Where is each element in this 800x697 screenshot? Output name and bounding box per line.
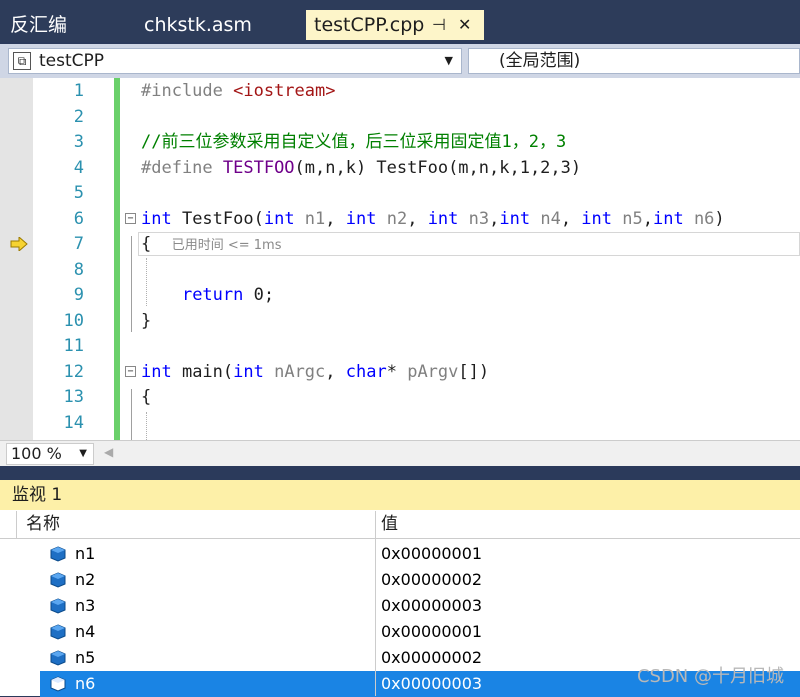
scope-line: [131, 389, 132, 440]
watch-name: n4: [75, 622, 96, 641]
line-number: 4: [73, 157, 84, 178]
scope-label: (全局范围): [499, 51, 581, 71]
code-line-4: #define TESTFOO(m,n,k) TestFoo(m,n,k,1,2…: [141, 157, 582, 178]
close-icon[interactable]: ✕: [458, 10, 471, 40]
variable-icon: [50, 598, 66, 618]
pin-icon[interactable]: ⊣: [432, 10, 446, 40]
zoom-label: 100 %: [11, 444, 62, 463]
line-number: 14: [63, 412, 84, 433]
column-header-name[interactable]: 名称: [26, 511, 60, 538]
scroll-left-icon[interactable]: ◀: [104, 445, 113, 459]
perf-tip: 已用时间 <= 1ms: [171, 238, 282, 253]
watch-panel: 监视 1 名称 值 n1 0x00000001 n2 0x00000002 n3…: [0, 480, 800, 697]
watch-value: 0x00000001: [381, 622, 483, 641]
watch-row[interactable]: n1 0x00000001: [0, 541, 800, 567]
tab-label: testCPP.cpp: [314, 14, 425, 36]
document-tab-bar: 反汇编 chkstk.asm testCPP.cpp ⊣ ✕: [0, 0, 800, 42]
line-number: 10: [63, 310, 84, 331]
line-number: 2: [73, 106, 84, 127]
watch-name: n5: [75, 648, 96, 667]
watch-name: n1: [75, 544, 96, 563]
code-line-6: int TestFoo(int n1, int n2, int n3,int n…: [141, 208, 725, 229]
variable-icon: [50, 676, 66, 696]
line-number: 6: [73, 208, 84, 229]
variable-icon: [50, 624, 66, 644]
variable-icon: [50, 650, 66, 670]
line-number: 9: [73, 285, 84, 305]
line-number: 13: [63, 387, 84, 407]
code-line-10: }: [141, 310, 152, 331]
code-line-9: return 0;: [181, 285, 275, 305]
scope-line: [131, 236, 132, 332]
line-number: 1: [73, 81, 84, 101]
watch-value: 0x00000003: [381, 674, 483, 693]
tab-chkstk-asm[interactable]: chkstk.asm: [144, 10, 294, 40]
tab-label: chkstk.asm: [144, 14, 252, 36]
line-number: 3: [73, 132, 84, 152]
watch-value: 0x00000002: [381, 648, 483, 667]
watch-value: 0x00000002: [381, 570, 483, 589]
watch-header-row: 名称 值: [0, 511, 800, 539]
tab-testcpp-cpp[interactable]: testCPP.cpp ⊣ ✕: [306, 10, 484, 40]
line-number: 8: [73, 259, 84, 280]
line-number: 12: [63, 361, 84, 382]
collapse-toggle[interactable]: −: [125, 366, 136, 377]
line-number: 11: [63, 336, 84, 356]
dropdown-arrow-icon: ▼: [79, 448, 87, 459]
code-editor[interactable]: 1 2 3 4 5 6 7 8 9 10 11 12 13 14 #includ…: [0, 78, 800, 440]
code-line-13: {: [141, 387, 152, 407]
line-number: 5: [73, 183, 84, 203]
variable-icon: [50, 572, 66, 592]
tab-disassembly[interactable]: 反汇编: [10, 10, 130, 40]
project-label: testCPP: [39, 51, 105, 71]
watch-row[interactable]: n4 0x00000001: [0, 619, 800, 645]
dropdown-arrow-icon: ▼: [444, 54, 453, 67]
navigation-bar: ⧉ testCPP ▼ (全局范围): [0, 44, 800, 78]
zoom-dropdown[interactable]: 100 % ▼: [6, 443, 94, 465]
current-statement-arrow-icon: [10, 237, 28, 251]
code-line-7: { 已用时间 <= 1ms: [141, 234, 282, 254]
panel-separator: [0, 466, 800, 480]
code-line-12: int main(int nArgc, char* pArgv[]): [141, 361, 490, 382]
watch-value: 0x00000001: [381, 544, 483, 563]
editor-status-bar: 100 % ▼ ◀: [0, 440, 800, 467]
header-gutter: [6, 511, 17, 538]
watch-name: n3: [75, 596, 96, 615]
watch-row[interactable]: n3 0x00000003: [0, 593, 800, 619]
watch-name: n6: [75, 674, 96, 693]
watch-value: 0x00000003: [381, 596, 483, 615]
line-number: 7: [73, 234, 84, 254]
variable-icon: [50, 546, 66, 566]
project-dropdown[interactable]: ⧉ testCPP ▼: [8, 48, 462, 74]
code-line-3: //前三位参数采用自定义值，后三位采用固定值1，2，3: [141, 132, 567, 152]
project-icon: ⧉: [13, 52, 31, 70]
column-divider[interactable]: [375, 511, 376, 696]
column-header-value[interactable]: 值: [381, 511, 398, 538]
code-line-1: #include <iostream>: [141, 81, 336, 101]
watch-row[interactable]: n2 0x00000002: [0, 567, 800, 593]
watch-panel-title: 监视 1: [0, 480, 800, 510]
watch-name: n2: [75, 570, 96, 589]
indent-guide: [146, 412, 147, 440]
scope-dropdown[interactable]: (全局范围): [468, 48, 800, 74]
collapse-toggle[interactable]: −: [125, 213, 136, 224]
watermark: CSDN @十月旧城: [636, 666, 784, 687]
tab-label: 反汇编: [10, 14, 68, 36]
